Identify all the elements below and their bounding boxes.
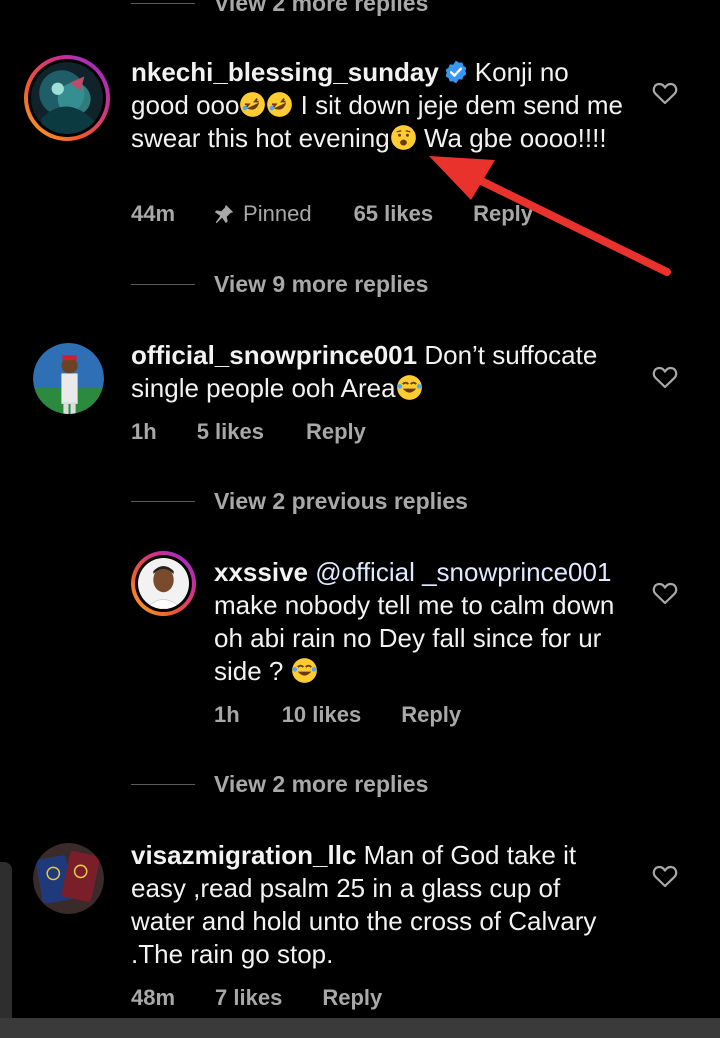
likes-count[interactable]: 65 likes xyxy=(354,201,434,227)
comment-body: visazmigration_llc Man of God take it ea… xyxy=(131,839,631,971)
view-more-replies[interactable]: View 9 more replies xyxy=(131,269,428,299)
divider xyxy=(131,283,195,285)
tired-emoji xyxy=(390,125,416,150)
view-more-replies[interactable]: View 2 more replies xyxy=(131,769,428,799)
view-more-label[interactable]: View 2 more replies xyxy=(214,771,428,798)
avatar-image xyxy=(33,843,104,914)
reply-button[interactable]: Reply xyxy=(306,419,366,445)
view-previous-replies[interactable]: View 2 previous replies xyxy=(131,486,468,516)
heart-icon[interactable] xyxy=(652,581,678,605)
view-more-replies-top[interactable]: View 2 more replies xyxy=(131,0,428,18)
heart-icon[interactable] xyxy=(652,81,678,105)
rofl-emoji xyxy=(240,92,266,117)
timestamp: 44m xyxy=(131,201,176,226)
pin-icon xyxy=(214,204,234,224)
divider xyxy=(131,2,195,4)
comment-body: xxssive @official _snowprince001 make no… xyxy=(214,556,624,688)
timestamp: 48m xyxy=(131,985,176,1010)
divider xyxy=(131,783,195,785)
red-arrow-annotation xyxy=(429,156,671,276)
avatar[interactable] xyxy=(33,843,104,914)
pinned-label: Pinned xyxy=(243,201,312,226)
avatar-image xyxy=(138,558,189,609)
mention-link[interactable]: @official _snowprince001 xyxy=(315,557,611,587)
timestamp: 1h xyxy=(214,702,240,727)
view-more-label[interactable]: View 2 more replies xyxy=(214,0,428,17)
bottom-bar xyxy=(0,1018,720,1038)
likes-count[interactable]: 10 likes xyxy=(282,702,362,728)
username[interactable]: xxssive xyxy=(214,557,308,587)
view-replies-label[interactable]: View 2 previous replies xyxy=(214,488,468,515)
likes-count[interactable]: 7 likes xyxy=(215,985,282,1011)
comment-body: nkechi_blessing_sunday Konji no good ooo … xyxy=(131,56,631,155)
joy-emoji xyxy=(291,658,317,683)
comment-text-part: Wa gbe oooo!!!! xyxy=(416,123,607,153)
reply-button[interactable]: Reply xyxy=(322,985,382,1011)
comment-text: make nobody tell me to calm down oh abi … xyxy=(214,590,615,686)
reply-button[interactable]: Reply xyxy=(401,702,461,728)
heart-icon[interactable] xyxy=(652,365,678,389)
divider xyxy=(131,500,195,502)
verified-badge-icon xyxy=(445,60,467,84)
avatar-image xyxy=(31,62,103,134)
heart-icon[interactable] xyxy=(652,864,678,888)
likes-count[interactable]: 5 likes xyxy=(197,419,264,445)
avatar[interactable] xyxy=(131,551,196,616)
joy-emoji xyxy=(396,375,422,400)
view-more-label[interactable]: View 9 more replies xyxy=(214,271,428,298)
username[interactable]: visazmigration_llc xyxy=(131,840,356,870)
comment-body: official_snowprince001 Don’t suffocate s… xyxy=(131,339,631,405)
timestamp: 1h xyxy=(131,419,157,444)
comment-meta: 1h 5 likes Reply xyxy=(131,419,366,445)
edge-handle[interactable] xyxy=(0,862,12,1038)
username[interactable]: nkechi_blessing_sunday xyxy=(131,57,439,87)
username[interactable]: official_snowprince001 xyxy=(131,340,417,370)
rofl-emoji xyxy=(267,92,293,117)
avatar[interactable] xyxy=(33,343,104,414)
comment-meta: 1h 10 likes Reply xyxy=(214,702,461,728)
avatar-image xyxy=(33,343,104,414)
avatar[interactable] xyxy=(24,55,110,141)
comment-meta: 48m 7 likes Reply xyxy=(131,985,382,1011)
